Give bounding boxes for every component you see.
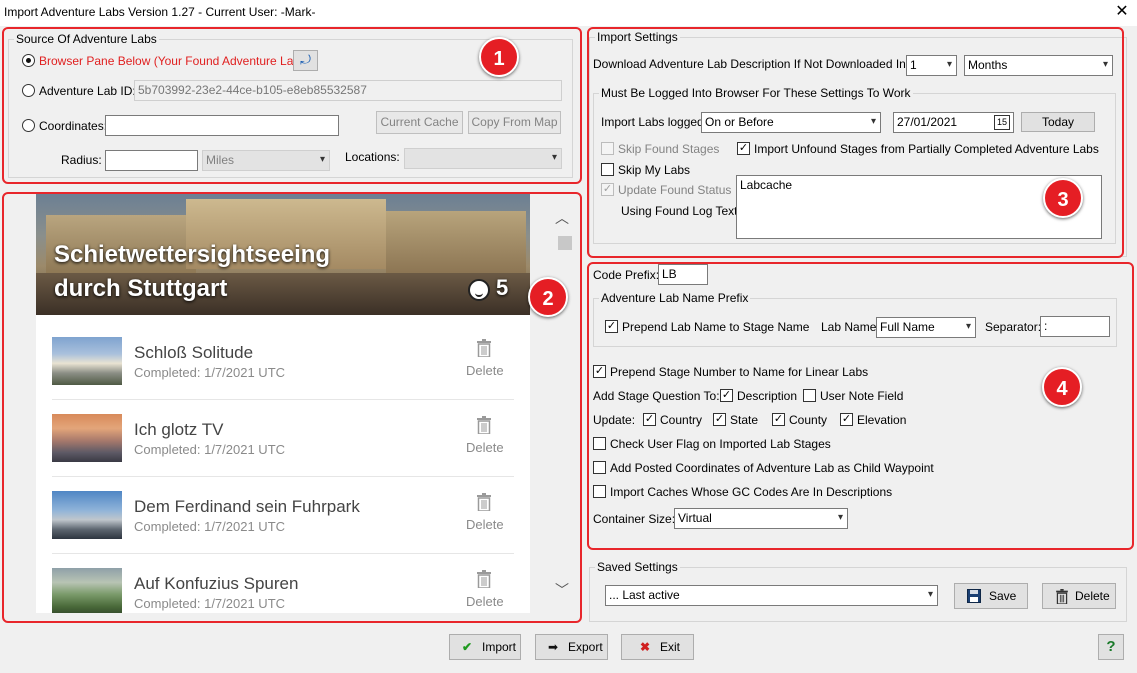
save-settings-button[interactable]: Save [954,583,1028,609]
help-button[interactable]: ? [1098,634,1124,660]
window-title: Import Adventure Labs Version 1.27 - Cur… [4,5,316,19]
annotation-frame [587,262,1134,550]
import-label: Import [482,640,517,654]
saved-settings-legend: Saved Settings [597,560,678,574]
close-icon: ✖ [640,640,651,654]
annotation-marker: 1 [479,37,519,77]
help-icon: ? [1106,638,1116,655]
annotation-marker: 2 [528,277,568,317]
exit-label: Exit [660,640,681,654]
floppy-icon [967,589,981,603]
annotation-marker: 3 [1043,178,1083,218]
close-icon[interactable]: ✕ [1112,2,1132,22]
export-label: Export [568,640,603,654]
title-bar: Import Adventure Labs Version 1.27 - Cur… [0,0,1137,26]
annotation-frame [587,27,1124,258]
import-button[interactable]: ✔ Import [449,634,521,660]
annotation-frame [2,192,582,623]
annotation-marker: 4 [1042,367,1082,407]
save-settings-label: Save [989,589,1017,603]
checkmark-icon: ✔ [462,640,473,654]
exit-button[interactable]: ✖ Exit [621,634,694,660]
chevron-down-icon: ▾ [927,589,933,600]
delete-settings-button[interactable]: Delete [1042,583,1116,609]
arrow-right-icon: ➡ [548,640,559,654]
delete-settings-label: Delete [1075,589,1110,603]
saved-settings-value: ... Last active [609,588,680,602]
trash-icon [1056,589,1068,604]
saved-settings-select[interactable]: ... Last active ▾ [605,585,938,606]
export-button[interactable]: ➡ Export [535,634,608,660]
